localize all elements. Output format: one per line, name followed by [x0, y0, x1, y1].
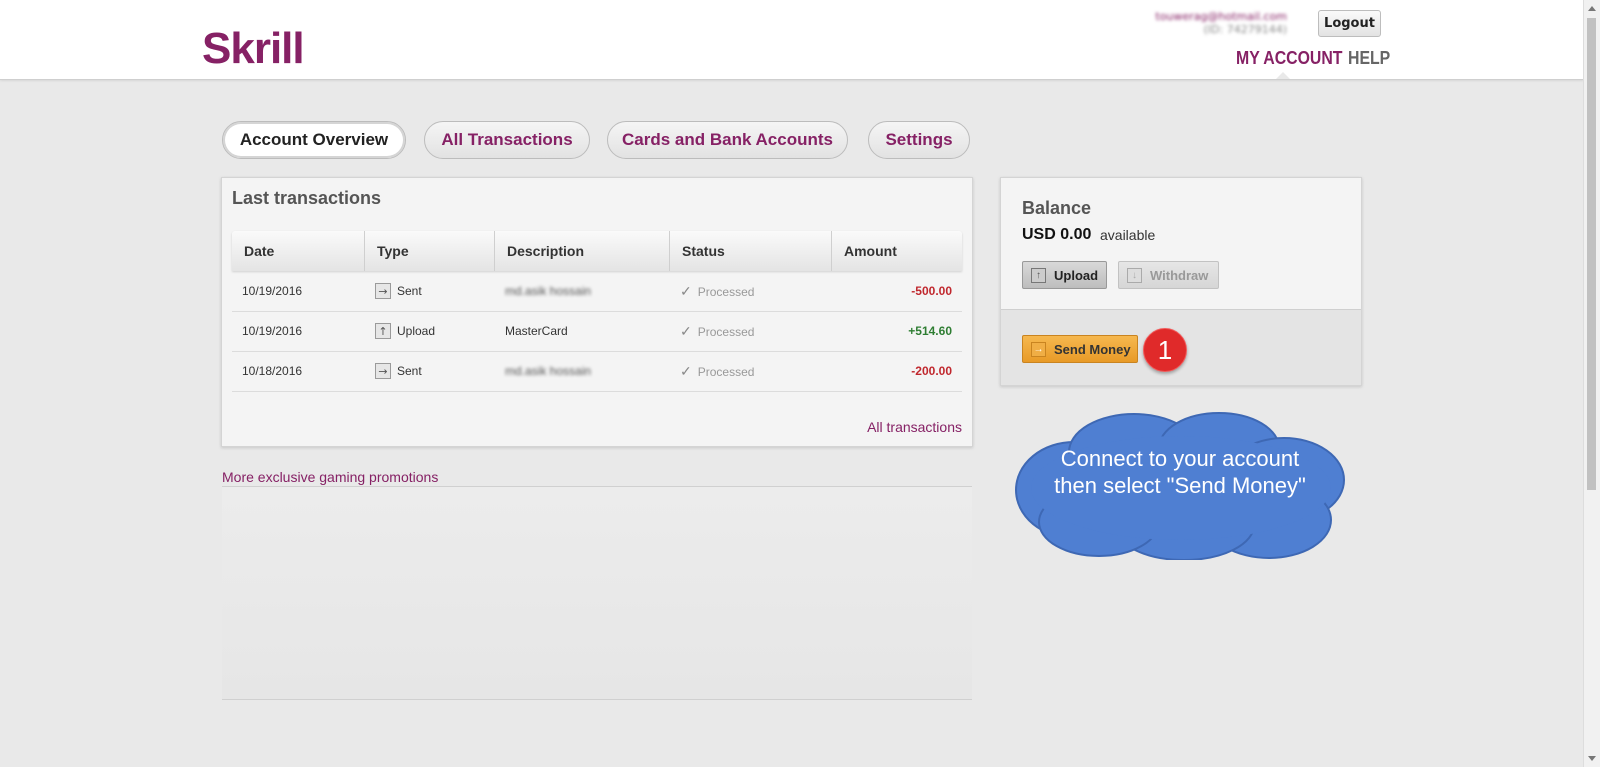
type-cell: Upload: [397, 324, 436, 338]
withdraw-button[interactable]: ↓ Withdraw: [1118, 261, 1219, 289]
status-cell: ✓ Processed: [680, 363, 755, 379]
balance-summary: Balance USD 0.00 available ↑ Upload ↓ With…: [1001, 178, 1361, 310]
step-number-badge: 1: [1143, 328, 1187, 372]
arrow-down-icon: ↓: [1127, 267, 1142, 283]
column-header-status[interactable]: Status: [670, 231, 832, 271]
table-row[interactable]: 10/18/2016 → Sent md.asik hossain ✓ Proce…: [232, 351, 962, 392]
check-icon: ✓: [680, 363, 692, 379]
amount-cell: -500.00: [911, 284, 952, 298]
description-cell: md.asik hossain: [505, 364, 592, 378]
nav-help[interactable]: HELP: [1348, 48, 1390, 69]
scroll-thumb[interactable]: [1587, 18, 1596, 490]
table-header: Date Type Description Status Amount: [232, 231, 962, 271]
table-row[interactable]: 10/19/2016 ↑ Upload MasterCard ✓ Processe…: [232, 311, 962, 352]
arrow-right-icon: →: [375, 363, 391, 379]
logout-button[interactable]: Logout: [1318, 10, 1381, 37]
panel-title: Last transactions: [232, 188, 382, 208]
upload-button[interactable]: ↑ Upload: [1022, 261, 1107, 289]
tab-all-transactions[interactable]: All Transactions: [424, 121, 590, 159]
amount-cell: +514.60: [908, 324, 952, 338]
arrow-up-icon: ↑: [1031, 267, 1046, 283]
tab-cards-bank-accounts[interactable]: Cards and Bank Accounts: [607, 121, 848, 159]
user-id: (ID: 74279144): [1203, 23, 1288, 36]
amount-cell: -200.00: [911, 364, 952, 378]
balance-available-label: available: [1100, 227, 1156, 243]
balance-amount: USD 0.00: [1022, 226, 1092, 243]
check-icon: ✓: [680, 323, 692, 339]
type-cell: Sent: [397, 284, 422, 298]
user-info: touwerag@hotmail.com (ID: 74279144): [1155, 10, 1287, 36]
check-icon: ✓: [680, 283, 692, 299]
tab-settings[interactable]: Settings: [868, 121, 970, 159]
arrow-right-icon: →: [375, 283, 391, 299]
active-nav-caret: [1276, 72, 1290, 79]
promotions-link[interactable]: More exclusive gaming promotions: [222, 469, 438, 485]
callout-text: Connect to your account then select "Sen…: [1054, 446, 1306, 498]
nav-my-account[interactable]: MY ACCOUNT: [1236, 48, 1342, 69]
tab-account-overview[interactable]: Account Overview: [222, 121, 406, 159]
top-header: Skrill touwerag@hotmail.com (ID: 7427914…: [0, 0, 1584, 80]
send-money-button[interactable]: → Send Money: [1022, 335, 1138, 363]
description-cell: MasterCard: [505, 324, 568, 338]
user-email: touwerag@hotmail.com: [1155, 10, 1287, 23]
balance-title: Balance: [1022, 198, 1092, 218]
column-header-amount[interactable]: Amount: [832, 231, 962, 271]
column-header-date[interactable]: Date: [232, 231, 365, 271]
status-cell: ✓ Processed: [680, 323, 755, 339]
type-cell: Sent: [397, 364, 422, 378]
last-transactions-panel: Last transactions Date Type Description …: [221, 177, 973, 447]
skrill-logo[interactable]: Skrill: [202, 27, 305, 71]
table-row[interactable]: 10/19/2016 → Sent md.asik hossain ✓ Proce…: [232, 271, 962, 312]
arrow-right-icon: →: [1031, 341, 1046, 357]
promotions-area: [222, 486, 972, 700]
page-scrollbar[interactable]: [1583, 0, 1600, 767]
scroll-up-icon[interactable]: [1588, 6, 1596, 11]
all-transactions-link[interactable]: All transactions: [867, 419, 962, 435]
scroll-down-icon[interactable]: [1588, 756, 1596, 761]
arrow-up-icon: ↑: [375, 323, 391, 339]
column-header-type[interactable]: Type: [365, 231, 495, 271]
status-cell: ✓ Processed: [680, 283, 755, 299]
date-cell: 10/19/2016: [242, 324, 303, 338]
description-cell: md.asik hossain: [505, 284, 592, 298]
date-cell: 10/19/2016: [242, 284, 303, 298]
column-header-description[interactable]: Description: [495, 231, 670, 271]
date-cell: 10/18/2016: [242, 364, 303, 378]
